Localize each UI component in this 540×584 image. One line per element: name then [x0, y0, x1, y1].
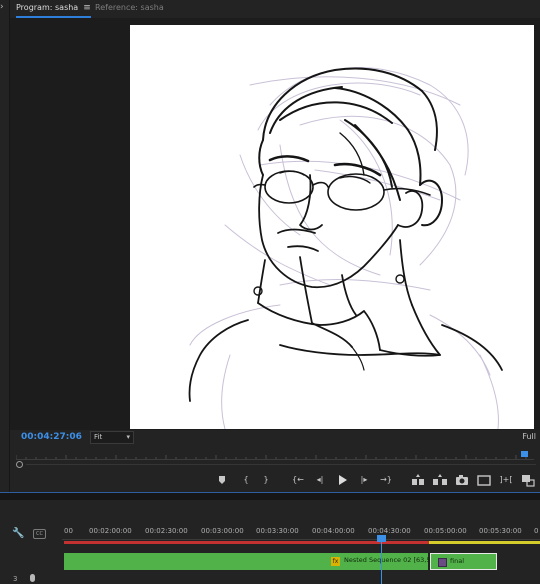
clip-final[interactable]: final — [430, 553, 497, 570]
render-bar-needs-render — [429, 541, 540, 544]
trim-icon[interactable]: ]+[ — [498, 472, 514, 488]
left-panel-strip: › — [0, 0, 10, 492]
wrench-icon[interactable]: 🔧 — [12, 528, 24, 539]
tab-program[interactable]: Program: sasha ≡ — [16, 2, 91, 18]
mark-in-icon[interactable]: { — [238, 472, 254, 488]
ruler-baseline — [62, 539, 540, 540]
portrait-sketch-image — [188, 67, 503, 430]
comparison-view-icon[interactable] — [476, 472, 492, 488]
extract-icon[interactable] — [432, 472, 448, 488]
ruler-label: 00:03:30:00 — [256, 527, 299, 535]
ruler-label: 00:05:00:00 — [424, 527, 467, 535]
mark-out-icon[interactable]: } — [258, 472, 274, 488]
clip-label: Nested Sequence 02 [63,51%] — [344, 556, 444, 564]
ruler-label: 00:02:30:00 — [145, 527, 188, 535]
lift-icon[interactable] — [410, 472, 426, 488]
ruler-label: 00:05:30:00 — [479, 527, 522, 535]
playhead-timecode[interactable]: 00:04:27:06 — [21, 432, 82, 442]
monitor-time-ruler[interactable] — [16, 449, 534, 461]
monitor-tab-bar: Program: sasha ≡ Reference: sasha — [10, 0, 540, 18]
ruler-label: 00:04:30:00 — [368, 527, 411, 535]
transport-controls: { } {← ◂| |▸ →} ]+[ — [200, 472, 540, 488]
zoom-handle[interactable] — [16, 461, 23, 468]
go-to-out-icon[interactable]: →} — [378, 472, 394, 488]
audio-track: 3 — [0, 574, 540, 584]
step-back-icon[interactable]: ◂| — [312, 472, 328, 488]
clip-label: final — [450, 557, 465, 565]
fx-badge-icon: fx — [331, 557, 340, 566]
go-to-in-icon[interactable]: {← — [290, 472, 306, 488]
ruler-label: 00:04:00:00 — [312, 527, 355, 535]
chevron-right-icon[interactable]: › — [0, 3, 4, 12]
ruler-label: 00 — [64, 527, 73, 535]
ruler-label: 00:03:00:00 — [201, 527, 244, 535]
monitor-playhead[interactable] — [521, 451, 528, 457]
ruler-label: 00:02:00:00 — [89, 527, 132, 535]
tab-program-label: Program: sasha — [16, 3, 79, 12]
timeline-tools: 🔧 CC — [0, 528, 60, 546]
audio-track-label: 3 — [13, 575, 18, 583]
monitor-ruler-track — [16, 459, 534, 460]
play-icon[interactable] — [334, 472, 350, 488]
timeline-ruler[interactable]: 00 00:02:00:00 00:02:30:00 00:03:00:00 0… — [62, 520, 540, 540]
frame-artwork — [130, 25, 534, 430]
ruler-label: 0 — [534, 527, 539, 535]
render-status-bar — [64, 541, 540, 544]
video-track: fx Nested Sequence 02 [63,51%] final — [0, 552, 540, 572]
step-forward-icon[interactable]: |▸ — [356, 472, 372, 488]
captions-icon[interactable]: CC — [33, 529, 46, 539]
microphone-icon[interactable] — [30, 574, 35, 582]
clip-badge-icon — [438, 558, 447, 567]
camera-icon[interactable] — [454, 472, 470, 488]
button-editor-icon[interactable] — [520, 472, 536, 488]
render-bar-unrendered — [64, 541, 429, 544]
add-marker-icon[interactable] — [214, 472, 230, 488]
zoom-scroll-bar[interactable] — [16, 461, 536, 469]
program-monitor-panel: Program: sasha ≡ Reference: sasha 00:04:… — [10, 0, 540, 492]
chevron-down-icon: ▾ — [126, 433, 130, 441]
tab-reference[interactable]: Reference: sasha — [95, 2, 164, 14]
zoom-select[interactable]: Fit ▾ — [90, 431, 134, 444]
clip-nested-sequence[interactable]: fx Nested Sequence 02 [63,51%] — [64, 553, 443, 570]
playback-resolution[interactable]: Full — [522, 432, 536, 441]
tab-menu-icon[interactable]: ≡ — [83, 3, 91, 13]
zoom-select-value: Fit — [94, 433, 103, 441]
timeline-playhead-line — [381, 535, 382, 584]
program-viewer[interactable] — [10, 18, 540, 430]
zoom-scroll-track — [26, 464, 536, 465]
